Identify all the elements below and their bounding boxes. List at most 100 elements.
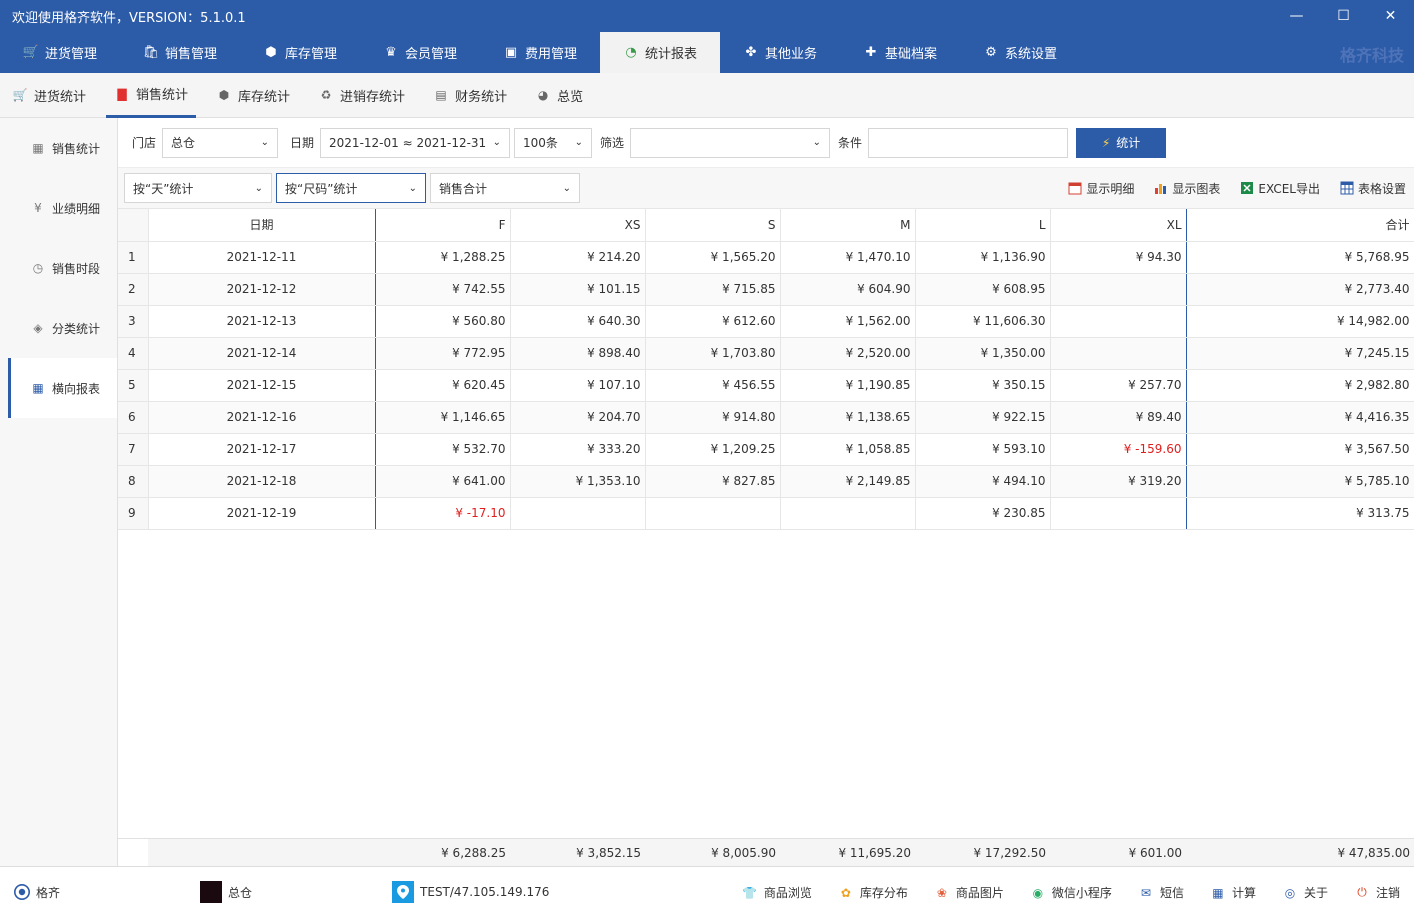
sidebar-item-category-stats[interactable]: ◈ 分类统计	[0, 298, 117, 358]
nav-item-members[interactable]: ♛ 会员管理	[360, 32, 480, 73]
total-cell: ¥ 601.00	[1128, 845, 1182, 860]
size-cell: ¥ 604.90	[780, 273, 916, 306]
date-cell: 2021-12-13	[148, 305, 376, 338]
minimize-button[interactable]: —	[1273, 0, 1320, 32]
metric-select[interactable]: 销售合计 ⌄	[430, 173, 580, 203]
action-label: 库存分布	[859, 886, 908, 900]
location-pin-icon	[392, 881, 415, 903]
user-name: 格齐	[36, 885, 61, 900]
nav-item-inventory[interactable]: ⬢ 库存管理	[240, 32, 360, 73]
column-header[interactable]: 日期	[148, 209, 376, 242]
size-cell: ¥ 1,350.00	[915, 337, 1051, 370]
limit-select[interactable]: 100条 ⌄	[514, 127, 593, 158]
product-images-button[interactable]: ❀ 商品图片	[934, 884, 1004, 901]
bag-icon: ▇	[117, 86, 127, 101]
table-row[interactable]: 6 2021-12-16 ¥ 1,146.65 ¥ 204.70 ¥ 914.80 ¥ 1…	[118, 401, 1414, 434]
nav-item-other[interactable]: ✤ 其他业务	[720, 32, 840, 73]
maximize-button[interactable]: ☐	[1320, 0, 1367, 32]
stock-distribution-button[interactable]: ✿ 库存分布	[838, 884, 908, 901]
sub-tab-finance-stats[interactable]: ▤ 财务统计	[425, 73, 515, 118]
sub-tab-label: 库存统计	[238, 89, 291, 105]
date-cell: 2021-12-11	[148, 241, 376, 274]
size-cell: ¥ 620.45	[375, 369, 511, 402]
size-cell: ¥ 612.60	[645, 305, 781, 338]
column-header[interactable]: S	[645, 209, 781, 242]
row-total-cell: ¥ 5,785.10	[1186, 465, 1414, 498]
store-info[interactable]: 总仓	[200, 881, 252, 903]
grid-icon: ▦	[32, 381, 44, 395]
table-row[interactable]: 5 2021-12-15 ¥ 620.45 ¥ 107.10 ¥ 456.55 ¥ 1,1…	[118, 369, 1414, 402]
table-row[interactable]: 9 2021-12-19 ¥ -17.10 ¥ 230.85 ¥ 313.75	[118, 497, 1414, 530]
sidebar-item-time-period[interactable]: ◷ 销售时段	[0, 238, 117, 298]
nav-item-expenses[interactable]: ▣ 费用管理	[480, 32, 600, 73]
group-by-size-value: 按“尺码”统计	[285, 181, 358, 196]
size-cell: ¥ 608.95	[915, 273, 1051, 306]
sms-button[interactable]: ✉ 短信	[1138, 884, 1184, 901]
sub-tab-psi-stats[interactable]: ♻ 进销存统计	[310, 73, 413, 118]
total-cell: ¥ 8,005.90	[711, 845, 776, 860]
column-header[interactable]: XS	[510, 209, 646, 242]
size-cell	[1050, 273, 1187, 306]
nav-item-archives[interactable]: ✚ 基础档案	[840, 32, 960, 73]
nav-item-settings[interactable]: ⚙ 系统设置	[960, 32, 1080, 73]
nav-item-reports[interactable]: ◔ 统计报表	[600, 32, 720, 73]
wechat-icon: ◉	[1032, 885, 1044, 900]
table-row[interactable]: 2 2021-12-12 ¥ 742.55 ¥ 101.15 ¥ 715.85 ¥ 604…	[118, 273, 1414, 306]
filter-select[interactable]: ⌄	[630, 127, 831, 158]
group-by-size-select[interactable]: 按“尺码”统计 ⌄	[276, 173, 426, 203]
sidebar-item-sales-stats[interactable]: ▦ 销售统计	[0, 118, 117, 178]
table-row[interactable]: 1 2021-12-11 ¥ 1,288.25 ¥ 214.20 ¥ 1,565.20 ¥…	[118, 241, 1414, 274]
column-header[interactable]: L	[915, 209, 1051, 242]
chevron-down-icon: ⌄	[492, 137, 502, 148]
column-header[interactable]: M	[780, 209, 916, 242]
nav-item-label: 会员管理	[404, 47, 457, 62]
sub-tab-label: 进销存统计	[340, 89, 406, 105]
size-cell: ¥ 532.70	[375, 433, 511, 466]
column-header[interactable]: F	[375, 209, 511, 242]
size-cell: ¥ 1,470.10	[780, 241, 916, 274]
size-cell: ¥ 1,190.85	[780, 369, 916, 402]
group-by-day-select[interactable]: 按“天”统计 ⌄	[124, 173, 272, 203]
table-row[interactable]: 3 2021-12-13 ¥ 560.80 ¥ 640.30 ¥ 612.60 ¥ 1,5…	[118, 305, 1414, 338]
show-detail-button[interactable]: 显示明细	[1068, 180, 1134, 197]
sub-tab-overview[interactable]: ◕ 总览	[527, 73, 591, 118]
size-cell: ¥ 1,146.65	[375, 401, 511, 434]
logout-button[interactable]: ⏻ 注销	[1354, 884, 1400, 901]
sidebar-item-cross-report[interactable]: ▦ 横向报表	[8, 358, 117, 418]
table-settings-button[interactable]: 表格设置	[1340, 180, 1406, 197]
nav-item-purchase[interactable]: 🛒 进货管理	[0, 32, 120, 73]
stat-button[interactable]: ⚡ 统计	[1076, 127, 1167, 158]
wechat-miniapp-button[interactable]: ◉ 微信小程序	[1030, 884, 1112, 901]
power-icon: ⏻	[1357, 885, 1367, 899]
date-range-picker[interactable]: 2021-12-01 ≈ 2021-12-31 ⌄	[320, 127, 511, 158]
excel-export-button[interactable]: EXCEL导出	[1240, 180, 1320, 197]
condition-input[interactable]	[868, 127, 1069, 158]
size-cell: ¥ 319.20	[1050, 465, 1187, 498]
table-row[interactable]: 7 2021-12-17 ¥ 532.70 ¥ 333.20 ¥ 1,209.25 ¥ 1…	[118, 433, 1414, 466]
store-select[interactable]: 总仓 ⌄	[162, 127, 279, 158]
close-button[interactable]: ✕	[1367, 0, 1414, 32]
date-cell: 2021-12-17	[148, 433, 376, 466]
lightning-icon: ⚡	[1101, 135, 1111, 150]
about-button[interactable]: ◎ 关于	[1282, 884, 1328, 901]
server-info[interactable]: TEST/47.105.149.176	[392, 881, 549, 903]
size-cell: ¥ 2,520.00	[780, 337, 916, 370]
sub-tab-inventory-stats[interactable]: ⬢ 库存统计	[208, 73, 298, 118]
column-header[interactable]: 合计	[1186, 209, 1414, 242]
store-name: 总仓	[228, 885, 253, 900]
table-row[interactable]: 4 2021-12-14 ¥ 772.95 ¥ 898.40 ¥ 1,703.80 ¥ 2…	[118, 337, 1414, 370]
action-label: 商品浏览	[763, 886, 812, 900]
sub-tab-sales-stats[interactable]: ▇ 销售统计	[106, 73, 197, 118]
nav-item-sales[interactable]: 🛍 销售管理	[120, 32, 240, 73]
product-browse-button[interactable]: 👕 商品浏览	[742, 884, 812, 901]
show-chart-button[interactable]: 显示图表	[1154, 180, 1220, 197]
recycle-icon: ♻	[320, 88, 332, 102]
table-row[interactable]: 8 2021-12-18 ¥ 641.00 ¥ 1,353.10 ¥ 827.85 ¥ 2…	[118, 465, 1414, 498]
user-info[interactable]: 格齐	[14, 884, 60, 901]
calculator-button[interactable]: ▦ 计算	[1210, 884, 1256, 901]
column-header[interactable]: XL	[1050, 209, 1187, 242]
size-cell	[780, 497, 916, 530]
sub-tab-purchase-stats[interactable]: 🛒 进货统计	[4, 73, 94, 118]
sidebar-item-performance[interactable]: ¥ 业绩明细	[0, 178, 117, 238]
size-cell: ¥ 715.85	[645, 273, 781, 306]
